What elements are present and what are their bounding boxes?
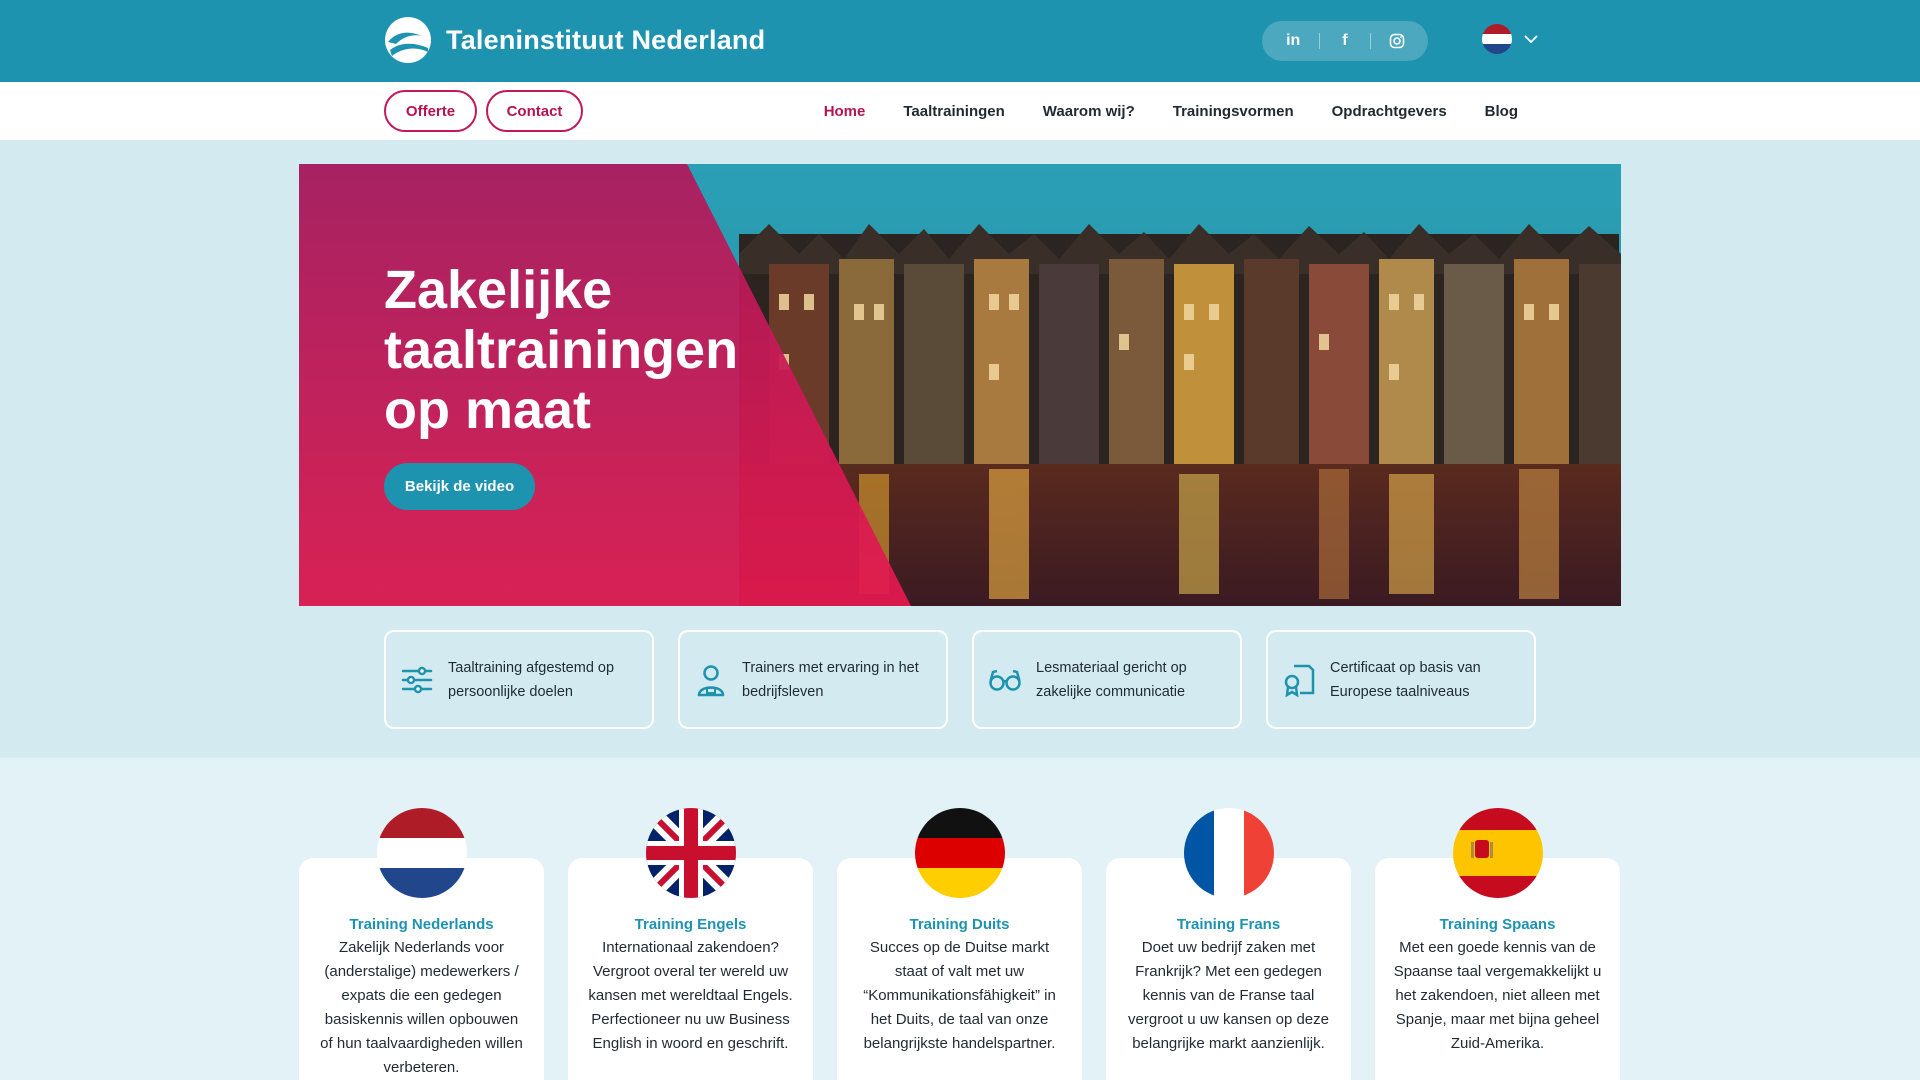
hero-banner: Zakelijke taaltrainingen op maat Bekijk … xyxy=(299,164,1621,606)
training-title[interactable]: Training Nederlands xyxy=(299,914,544,936)
french-flag-icon xyxy=(1184,808,1274,898)
training-cards: Training Nederlands Zakelijk Nederlands … xyxy=(299,808,1621,1080)
feature-text: Trainers met ervaring in het bedrijfslev… xyxy=(742,659,919,700)
nav-item-taaltrainingen[interactable]: Taaltrainingen xyxy=(903,103,1004,120)
social-links: in f xyxy=(1262,21,1428,61)
dutch-flag-icon xyxy=(1482,24,1512,54)
chevron-down-icon xyxy=(1524,35,1538,44)
contact-button[interactable]: Contact xyxy=(486,90,583,132)
offerte-button[interactable]: Offerte xyxy=(384,90,477,132)
nav-item-blog[interactable]: Blog xyxy=(1485,103,1518,120)
watch-video-button[interactable]: Bekijk de video xyxy=(384,463,535,510)
nav-item-home[interactable]: Home xyxy=(824,103,866,120)
brand-name: Taleninstituut Nederland xyxy=(446,24,766,55)
language-selector[interactable] xyxy=(1482,24,1538,54)
spanish-flag-icon xyxy=(1453,808,1543,898)
feature-text: Taaltraining afgestemd op persoonlijke d… xyxy=(448,659,615,700)
brand-logo[interactable]: Taleninstituut Nederland xyxy=(384,16,765,64)
feature-item: Lesmateriaal gericht op zakelijke commun… xyxy=(972,630,1242,729)
nav-bar: Offerte Contact Home Taaltrainingen Waar… xyxy=(0,82,1920,140)
training-card-engels[interactable]: Training Engels Internationaal zakendoen… xyxy=(568,808,813,1080)
sliders-icon xyxy=(401,666,433,693)
certificate-icon xyxy=(1284,664,1315,697)
feature-item: Trainers met ervaring in het bedrijfslev… xyxy=(678,630,948,729)
logo-wave-icon xyxy=(385,17,431,63)
divider xyxy=(1318,33,1320,49)
glasses-icon xyxy=(989,669,1021,691)
training-description: Succes op de Duitse markt staat of valt … xyxy=(863,939,1056,1052)
feature-item: Taaltraining afgestemd op persoonlijke d… xyxy=(384,630,654,729)
training-card-duits[interactable]: Training Duits Succes op de Duitse markt… xyxy=(837,808,1082,1080)
training-card-nederlands[interactable]: Training Nederlands Zakelijk Nederlands … xyxy=(299,808,544,1080)
training-description: Doet uw bedrijf zaken met Frankrijk? Met… xyxy=(1128,939,1329,1052)
training-card-frans[interactable]: Training Frans Doet uw bedrijf zaken met… xyxy=(1106,808,1351,1080)
main-menu: Home Taaltrainingen Waarom wij? Training… xyxy=(824,82,1518,140)
nav-item-waarom-wij[interactable]: Waarom wij? xyxy=(1043,103,1135,120)
nav-item-opdrachtgevers[interactable]: Opdrachtgevers xyxy=(1332,103,1447,120)
facebook-icon[interactable]: f xyxy=(1328,27,1362,55)
linkedin-icon[interactable]: in xyxy=(1276,27,1310,55)
training-description: Zakelijk Nederlands voor (anderstalige) … xyxy=(320,939,523,1076)
training-description: Internationaal zakendoen? Vergroot overa… xyxy=(588,939,793,1052)
nav-item-trainingsvormen[interactable]: Trainingsvormen xyxy=(1173,103,1294,120)
training-card-spaans[interactable]: Training Spaans Met een goede kennis van… xyxy=(1375,808,1620,1080)
uk-flag-icon xyxy=(646,808,736,898)
training-title[interactable]: Training Frans xyxy=(1106,914,1351,936)
instagram-icon[interactable] xyxy=(1380,27,1414,55)
feature-text: Certificaat op basis van Europese taalni… xyxy=(1330,659,1481,700)
feature-list: Taaltraining afgestemd op persoonlijke d… xyxy=(384,630,1536,729)
divider xyxy=(1370,33,1372,49)
top-bar: Taleninstituut Nederland in f xyxy=(0,0,1920,82)
training-title[interactable]: Training Duits xyxy=(837,914,1082,936)
feature-text: Lesmateriaal gericht op zakelijke commun… xyxy=(1036,659,1187,700)
training-title[interactable]: Training Spaans xyxy=(1375,914,1620,936)
hero-title: Zakelijke taaltrainingen op maat xyxy=(384,260,739,440)
training-description: Met een goede kennis van de Spaanse taal… xyxy=(1393,939,1602,1052)
german-flag-icon xyxy=(915,808,1005,898)
feature-item: Certificaat op basis van Europese taalni… xyxy=(1266,630,1536,729)
trainer-icon xyxy=(697,664,725,696)
training-title[interactable]: Training Engels xyxy=(568,914,813,936)
dutch-flag-icon xyxy=(377,808,467,898)
